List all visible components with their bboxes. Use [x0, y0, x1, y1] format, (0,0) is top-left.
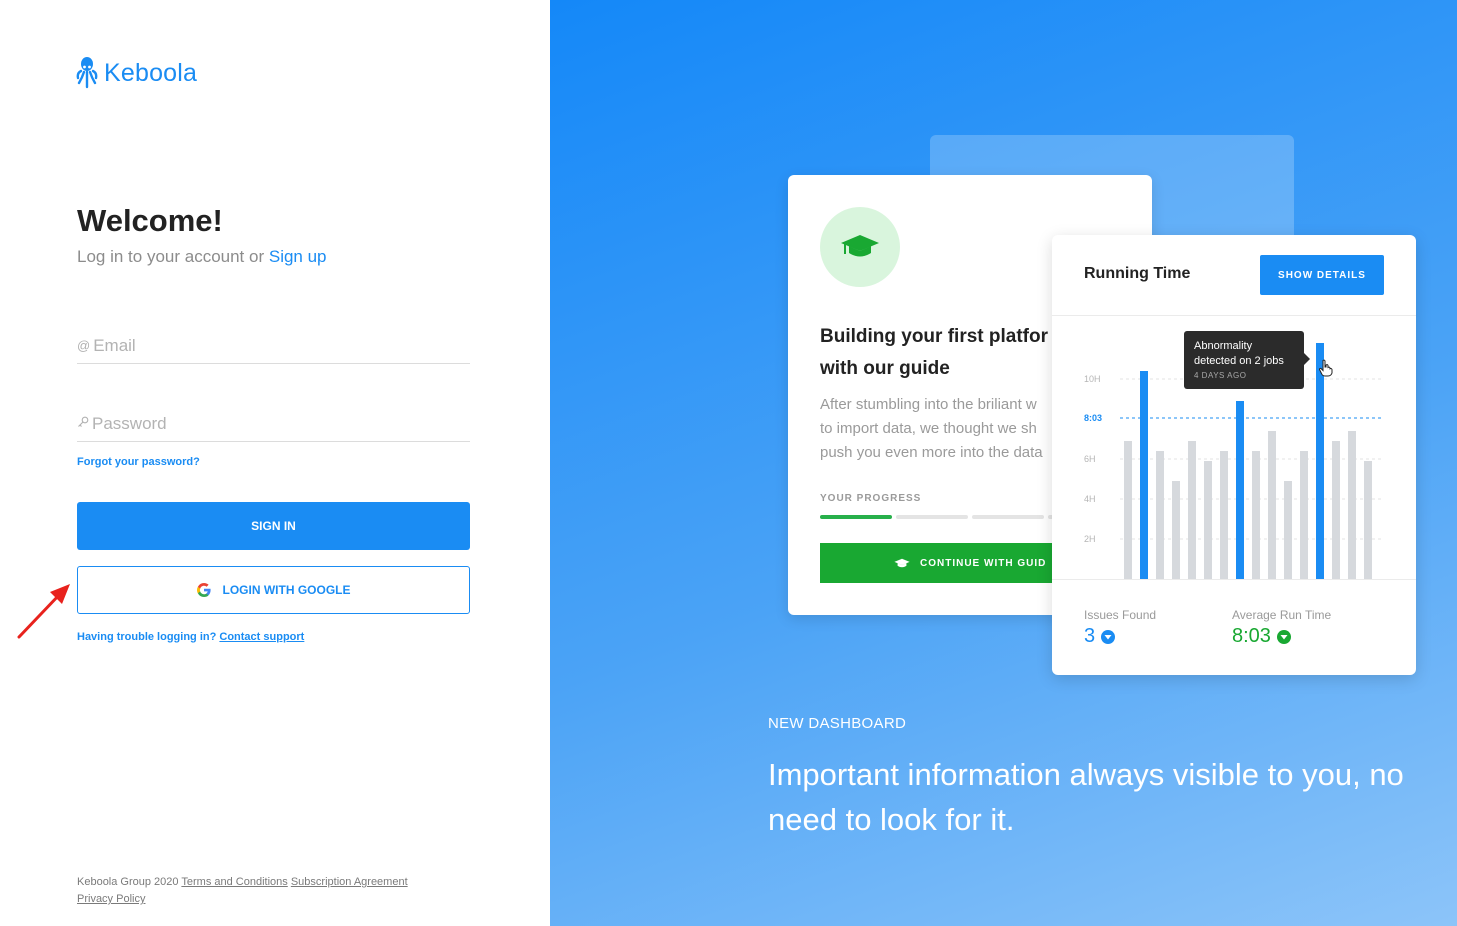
- password-field[interactable]: [77, 406, 470, 442]
- bar: [1284, 481, 1292, 579]
- email-input[interactable]: [93, 335, 454, 356]
- graduation-cap-icon: [894, 558, 910, 567]
- y-tick-label: 8:03: [1084, 413, 1102, 423]
- bar: [1172, 481, 1180, 579]
- issues-found-label: Issues Found: [1084, 608, 1157, 622]
- guide-text-line: to import data, we thought we sh: [820, 420, 1037, 437]
- issues-found-value: 3: [1084, 625, 1116, 648]
- login-panel: Keboola Welcome! Log in to your account …: [0, 0, 550, 926]
- bar-highlighted: [1316, 343, 1324, 579]
- google-button-label: LOGIN WITH GOOGLE: [222, 583, 351, 597]
- bar-highlighted: [1236, 401, 1244, 579]
- guide-badge: [820, 207, 900, 287]
- guide-text-line: push you even more into the data: [820, 444, 1043, 461]
- abnormality-tooltip: Abnormality detected on 2 jobs 4 DAYS AG…: [1184, 331, 1310, 389]
- forgot-password-link[interactable]: Forgot your password?: [77, 456, 200, 468]
- page-title: Welcome!: [77, 203, 223, 238]
- promo-headline: Important information always visible to …: [768, 757, 1404, 837]
- continue-button-label: CONTINUE WITH GUID: [920, 557, 1047, 569]
- subscription-agreement-link[interactable]: Subscription Agreement: [291, 876, 408, 888]
- progress-segment: [820, 515, 892, 519]
- show-details-button[interactable]: SHOW DETAILS: [1260, 255, 1384, 295]
- bar: [1124, 441, 1132, 579]
- y-tick-label: 10H: [1084, 374, 1101, 384]
- bar: [1220, 451, 1228, 579]
- contact-support-link[interactable]: Contact support: [219, 631, 304, 643]
- issues-count: 3: [1084, 625, 1096, 647]
- privacy-policy-link[interactable]: Privacy Policy: [77, 893, 145, 905]
- copyright-text: Keboola Group 2020: [77, 876, 179, 888]
- bar: [1188, 441, 1196, 579]
- promo-panel: Building your first platfor with our gui…: [550, 0, 1457, 926]
- running-time-title: Running Time: [1084, 265, 1191, 282]
- login-subtitle: Log in to your account or Sign up: [77, 247, 327, 267]
- sign-in-button[interactable]: SIGN IN: [77, 502, 470, 550]
- google-login-button[interactable]: LOGIN WITH GOOGLE: [77, 566, 470, 614]
- hand-cursor-icon: [1318, 359, 1333, 377]
- at-icon: @: [77, 338, 91, 353]
- running-time-card: Running Time SHOW DETAILS 2H 4H 6H 8:03 10H …: [1052, 235, 1416, 675]
- terms-link[interactable]: Terms and Conditions: [181, 876, 287, 888]
- graduation-cap-icon: [841, 235, 879, 257]
- bar: [1332, 441, 1340, 579]
- bar: [1364, 461, 1372, 579]
- guide-text-line: After stumbling into the briliant w: [820, 396, 1037, 413]
- y-tick-label: 4H: [1084, 494, 1096, 504]
- progress-label: YOUR PROGRESS: [820, 493, 922, 504]
- guide-title-line-2: with our guide: [820, 358, 950, 379]
- progress-segment: [972, 515, 1044, 519]
- footer: Keboola Group 2020 Terms and Conditions …: [77, 874, 477, 908]
- signup-link[interactable]: Sign up: [269, 247, 327, 266]
- bar-highlighted: [1140, 371, 1148, 579]
- tooltip-message-line-2: detected on 2 jobs: [1194, 355, 1284, 367]
- bar: [1204, 461, 1212, 579]
- tooltip-time: 4 DAYS AGO: [1194, 371, 1247, 380]
- eyebrow-label: NEW DASHBOARD: [768, 715, 907, 732]
- google-icon: [196, 583, 211, 597]
- progress-segment: [896, 515, 968, 519]
- red-arrow-icon: [17, 584, 70, 639]
- y-tick-label: 6H: [1084, 454, 1096, 464]
- trouble-label: Having trouble logging in?: [77, 631, 217, 643]
- bar: [1252, 451, 1260, 579]
- subtitle-text: Log in to your account or: [77, 247, 265, 266]
- keboola-logo[interactable]: Keboola: [76, 56, 197, 90]
- guide-title-line-1: Building your first platfor: [820, 326, 1048, 347]
- bar: [1348, 431, 1356, 579]
- average-run-time-label: Average Run Time: [1232, 608, 1332, 622]
- trouble-text: Having trouble logging in? Contact suppo…: [77, 631, 304, 643]
- email-field[interactable]: @: [77, 328, 470, 364]
- divider: [1052, 579, 1416, 580]
- down-arrow-icon: [1276, 629, 1291, 644]
- guide-description: After stumbling into the briliant w to i…: [820, 393, 1043, 465]
- down-arrow-icon: [1101, 629, 1116, 644]
- average-time: 8:03: [1232, 625, 1271, 647]
- tooltip-message-line-1: Abnormality: [1194, 340, 1253, 352]
- key-icon: [77, 416, 89, 431]
- octopus-logo-icon: [76, 57, 98, 89]
- y-tick-label: 2H: [1084, 534, 1096, 544]
- bar: [1156, 451, 1164, 579]
- password-input[interactable]: [92, 413, 452, 434]
- bar: [1300, 451, 1308, 579]
- guide-title: Building your first platfor with our gui…: [820, 321, 1080, 385]
- logo-text: Keboola: [104, 58, 198, 87]
- bar: [1268, 431, 1276, 579]
- average-run-time-value: 8:03: [1232, 625, 1291, 648]
